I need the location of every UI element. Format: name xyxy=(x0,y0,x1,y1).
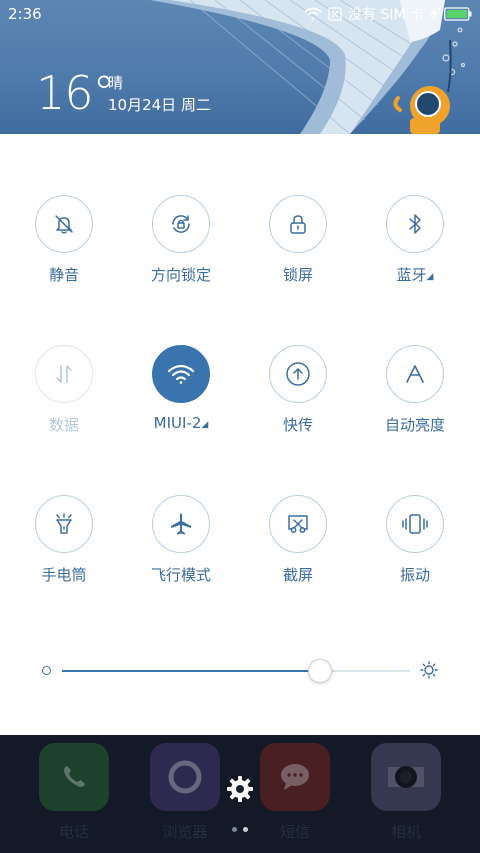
auto-brightness-icon xyxy=(386,345,444,403)
toggle-quick-share[interactable]: 快传 xyxy=(238,345,358,455)
expand-triangle-icon: ◢ xyxy=(426,272,434,282)
bluetooth-icon xyxy=(386,195,444,253)
vibrate-icon xyxy=(386,495,444,553)
toggle-lock-screen[interactable]: 锁屏 xyxy=(238,195,358,305)
toggle-flashlight-label: 手电筒 xyxy=(41,566,87,584)
toggle-quick-share-label: 快传 xyxy=(282,416,313,434)
weather-date: 10月24日 周二 xyxy=(108,96,211,114)
bluetooth-label-text: 蓝牙 xyxy=(396,266,427,284)
page-indicator xyxy=(232,827,248,832)
rotation-lock-icon xyxy=(152,195,210,253)
no-sim-icon xyxy=(328,7,342,21)
brightness-track[interactable] xyxy=(62,659,410,683)
toggle-rotation-lock[interactable]: 方向锁定 xyxy=(121,195,241,305)
toggle-wifi[interactable]: MIUI-2◢ xyxy=(121,345,241,455)
brightness-slider[interactable] xyxy=(0,655,480,687)
brightness-low-icon xyxy=(42,666,51,675)
wifi-icon xyxy=(152,345,210,403)
toggle-vibrate[interactable]: 振动 xyxy=(355,495,475,605)
charging-icon xyxy=(430,7,438,21)
share-upload-icon xyxy=(269,345,327,403)
temperature: 16° xyxy=(36,66,116,120)
toggle-screenshot[interactable]: 截屏 xyxy=(238,495,358,605)
page-dot-active xyxy=(243,827,248,832)
toggle-lock-screen-label: 锁屏 xyxy=(282,266,313,284)
settings-gear-icon[interactable] xyxy=(226,775,254,807)
toggle-airplane-mode[interactable]: 飞行模式 xyxy=(121,495,241,605)
toggle-mobile-data-label: 数据 xyxy=(48,416,79,434)
brightness-high-icon xyxy=(420,661,438,683)
toggle-wifi-label: MIUI-2◢ xyxy=(121,414,241,432)
toggle-auto-brightness[interactable]: 自动亮度 xyxy=(355,345,475,455)
weather-condition: 晴 xyxy=(108,74,124,92)
toggle-rotation-lock-label: 方向锁定 xyxy=(150,266,211,284)
expand-triangle-icon: ◢ xyxy=(201,420,209,430)
status-bar: 2:36 没有 SIM 卡 xyxy=(0,0,480,28)
brightness-fill xyxy=(62,670,320,672)
screenshot-icon xyxy=(269,495,327,553)
toggle-silent-label: 静音 xyxy=(48,266,79,284)
mobile-data-icon xyxy=(35,345,93,403)
toggle-airplane-mode-label: 飞行模式 xyxy=(150,566,211,584)
flashlight-icon xyxy=(35,495,93,553)
toggle-silent[interactable]: 静音 xyxy=(4,195,124,305)
lock-icon xyxy=(269,195,327,253)
brightness-thumb[interactable] xyxy=(308,659,332,683)
carrier-text: 没有 SIM 卡 xyxy=(348,7,424,23)
bell-muted-icon xyxy=(35,195,93,253)
status-time: 2:36 xyxy=(8,5,42,23)
toggle-auto-brightness-label: 自动亮度 xyxy=(384,416,445,434)
page-dot xyxy=(232,827,237,832)
toggle-mobile-data[interactable]: 数据 xyxy=(4,345,124,455)
toggle-flashlight[interactable]: 手电筒 xyxy=(4,495,124,605)
wifi-label-text: MIUI-2 xyxy=(153,414,202,432)
airplane-icon xyxy=(152,495,210,553)
toggle-vibrate-label: 振动 xyxy=(399,566,430,584)
toggle-screenshot-label: 截屏 xyxy=(282,566,313,584)
battery-icon xyxy=(444,7,472,21)
home-dock: 电话 浏览器 短信 相机 xyxy=(0,735,480,853)
wifi-status-icon xyxy=(304,7,322,21)
toggle-bluetooth[interactable]: 蓝牙◢ xyxy=(355,195,475,305)
toggle-bluetooth-label: 蓝牙◢ xyxy=(355,264,475,285)
weather-header: 2:36 没有 SIM 卡 16° 晴 10月24日 周二 xyxy=(0,0,480,134)
